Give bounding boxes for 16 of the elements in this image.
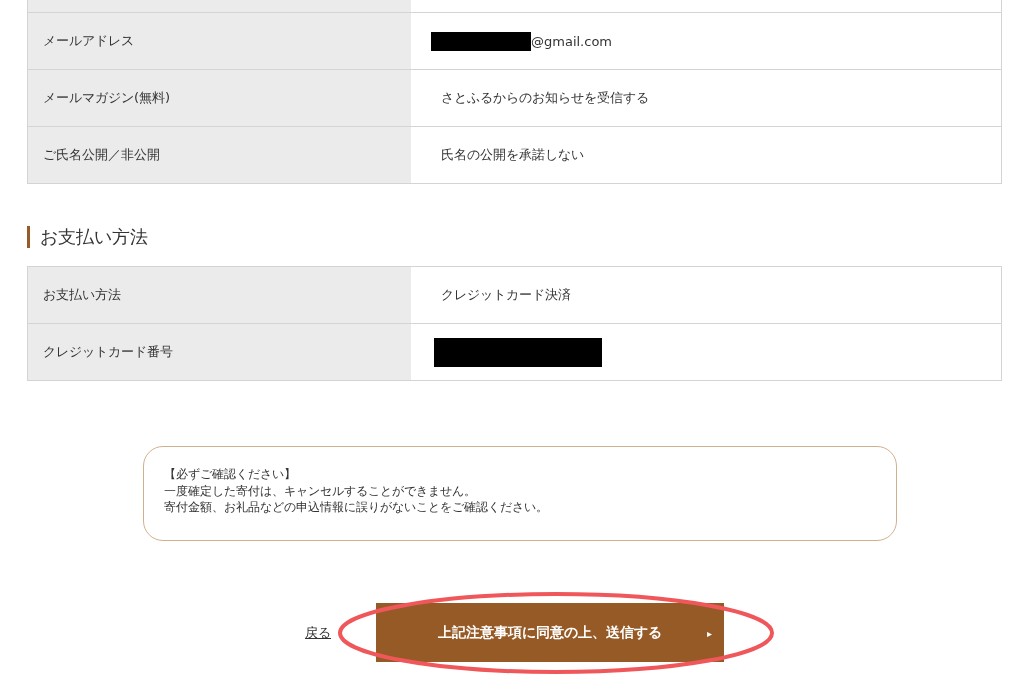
- field-value: @gmail.com: [531, 33, 612, 49]
- field-label: メールマガジン(無料): [28, 70, 411, 126]
- field-value: さとふるからのお知らせを受信する: [440, 89, 649, 107]
- back-link[interactable]: 戻る: [305, 623, 331, 642]
- notice-text: 【必ずご確認ください】: [164, 466, 297, 483]
- field-value: クレジットカード決済: [440, 286, 571, 304]
- section-heading: お支払い方法: [27, 226, 1024, 248]
- notice-text: 寄付金額、お礼品などの申込情報に誤りがないことをご確認ください。: [164, 499, 549, 516]
- notice-text: 一度確定した寄付は、キャンセルすることができません。: [164, 482, 477, 499]
- field-label: メールアドレス: [28, 13, 411, 69]
- field-label: クレジットカード番号: [28, 324, 411, 380]
- field-value: 氏名の公開を承諾しない: [440, 146, 584, 164]
- field-label: お支払い方法: [28, 267, 411, 323]
- field-label: ご氏名公開／非公開: [28, 127, 411, 183]
- submit-button[interactable]: 上記注意事項に同意の上、送信する ▸: [376, 603, 724, 662]
- arrow-icon: ▸: [706, 627, 712, 638]
